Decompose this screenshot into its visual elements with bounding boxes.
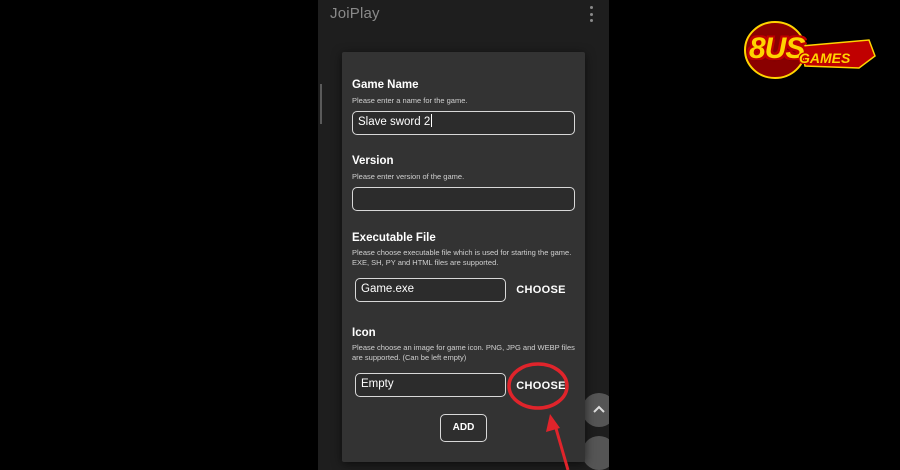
icon-value: Empty bbox=[361, 378, 394, 390]
game-name-value: Slave sword 2 bbox=[358, 116, 431, 128]
phone-screen: JoiPlay Game Name Please enter a name fo… bbox=[318, 0, 609, 470]
version-label: Version bbox=[352, 155, 394, 167]
app-bar: JoiPlay bbox=[318, 0, 609, 30]
executable-file-input[interactable]: Game.exe bbox=[355, 278, 506, 302]
icon-label: Icon bbox=[352, 327, 376, 339]
executable-file-value: Game.exe bbox=[361, 283, 415, 295]
kebab-menu-icon[interactable] bbox=[587, 6, 595, 22]
choose-executable-button[interactable]: CHOOSE bbox=[510, 278, 572, 302]
icon-hint: Please choose an image for game icon. PN… bbox=[352, 343, 575, 362]
secondary-fab-button[interactable] bbox=[582, 436, 609, 470]
choose-icon-button[interactable]: CHOOSE bbox=[510, 374, 572, 398]
add-button[interactable]: ADD bbox=[440, 414, 487, 442]
executable-file-label: Executable File bbox=[352, 232, 436, 244]
text-cursor bbox=[431, 114, 433, 127]
game-name-label: Game Name bbox=[352, 79, 419, 91]
logo-main-text: 8US bbox=[749, 32, 805, 65]
scroll-indicator[interactable] bbox=[320, 84, 322, 124]
logo-sub-text: GAMES bbox=[799, 50, 851, 66]
chevron-up-icon bbox=[593, 405, 605, 413]
app-title: JoiPlay bbox=[330, 5, 380, 22]
game-name-input[interactable]: Slave sword 2 bbox=[352, 111, 575, 135]
version-input[interactable] bbox=[352, 187, 575, 211]
watermark-logo: 8US GAMES bbox=[741, 20, 881, 82]
executable-file-hint: Please choose executable file which is u… bbox=[352, 248, 572, 267]
game-name-hint: Please enter a name for the game. bbox=[352, 96, 468, 105]
scroll-up-button[interactable] bbox=[582, 393, 609, 427]
icon-input[interactable]: Empty bbox=[355, 373, 506, 397]
version-hint: Please enter version of the game. bbox=[352, 172, 465, 181]
add-game-dialog: Game Name Please enter a name for the ga… bbox=[342, 52, 585, 462]
